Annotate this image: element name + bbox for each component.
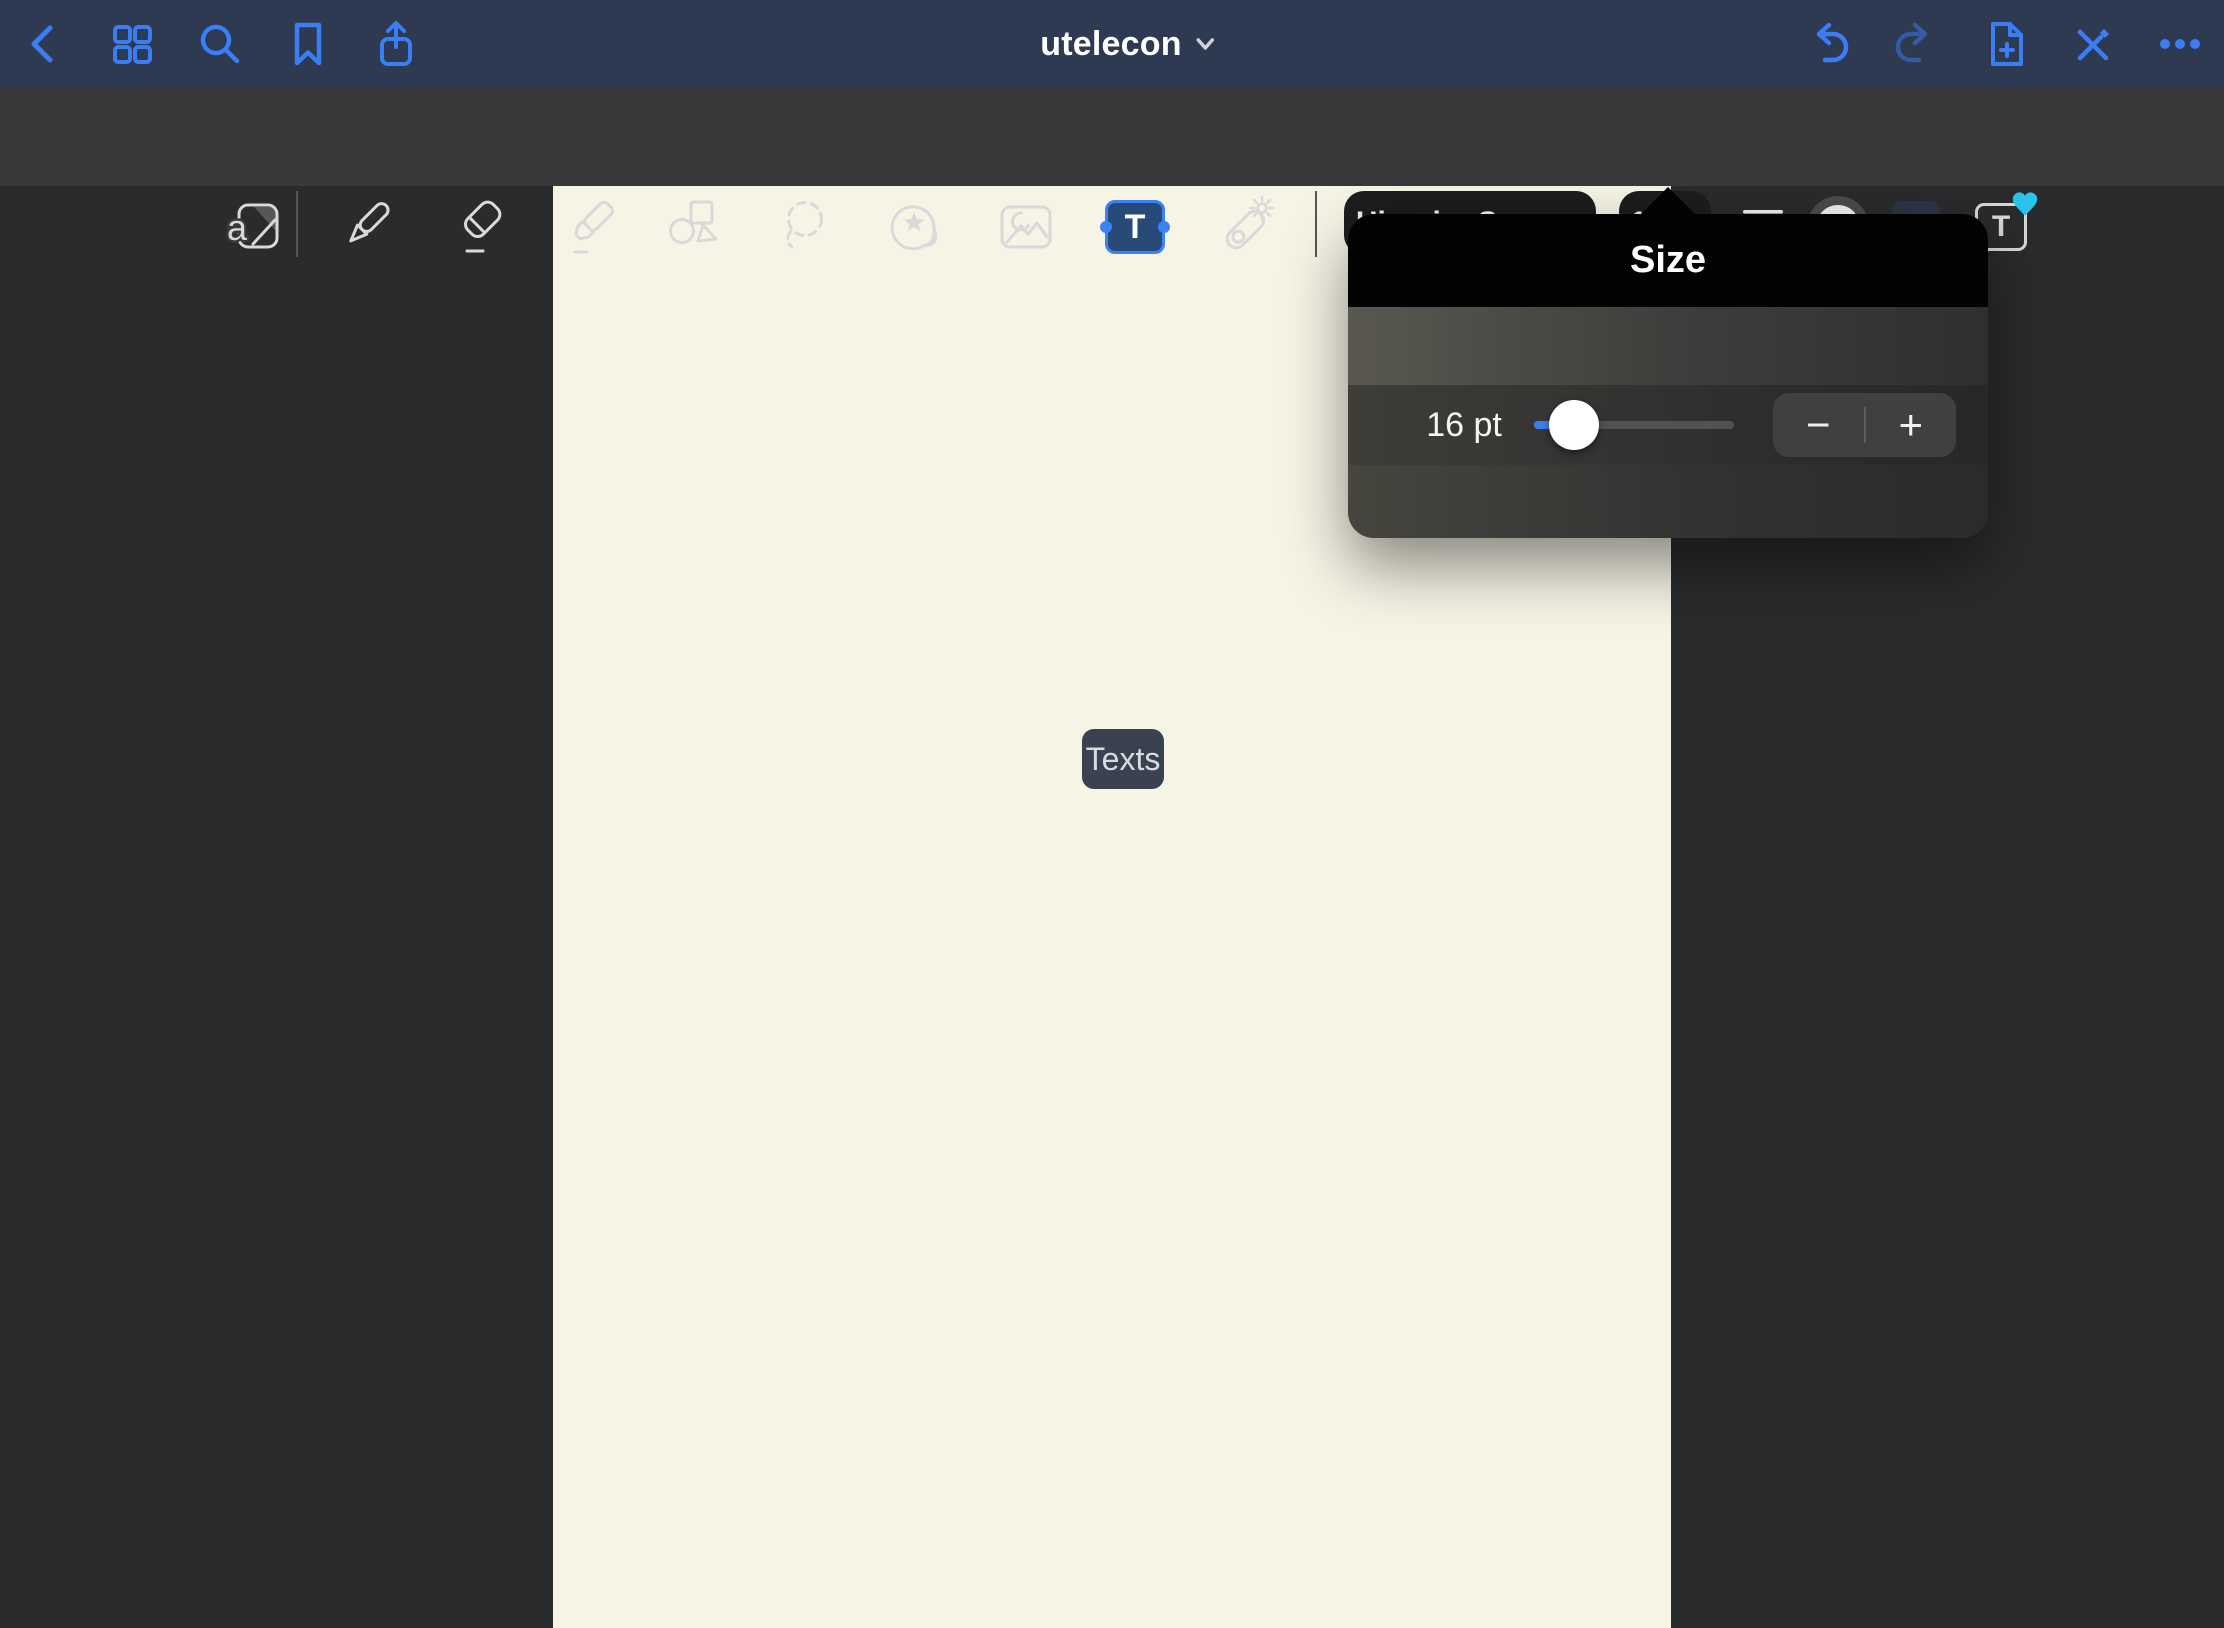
document-title: utelecon: [1040, 25, 1181, 64]
lasso-tool-button[interactable]: [774, 195, 838, 259]
sticker-star-icon: [883, 195, 947, 259]
image-icon: [994, 195, 1058, 259]
undo-button[interactable]: [1799, 16, 1855, 72]
popover-footer-band: [1348, 465, 1988, 538]
undo-icon: [1799, 16, 1855, 72]
page-thumbnails-button[interactable]: [104, 16, 160, 72]
lasso-icon: [774, 195, 838, 259]
top-navigation-bar: utelecon: [0, 0, 2224, 88]
search-button[interactable]: [192, 16, 248, 72]
page-grid-icon: [104, 16, 160, 72]
text-tool-button[interactable]: T: [1105, 200, 1165, 254]
shapes-tool-button[interactable]: [662, 195, 726, 259]
popover-title: Size: [1630, 239, 1706, 282]
back-button[interactable]: [16, 16, 72, 72]
laser-pointer-button[interactable]: [1214, 195, 1278, 259]
reading-mode-icon: a: [224, 195, 288, 259]
pencil-x-icon: [2064, 16, 2120, 72]
chevron-down-icon: [1196, 37, 1216, 51]
canvas-text-label: Texts: [1086, 741, 1161, 778]
reading-mode-button[interactable]: a: [224, 195, 288, 259]
text-selection-handle-right: [1158, 221, 1170, 233]
stickers-tool-button[interactable]: [883, 195, 947, 259]
text-tool-glyph: T: [1125, 210, 1146, 244]
popover-arrow: [1640, 187, 1696, 215]
size-value-label: 16 pt: [1404, 406, 1524, 445]
app-root: { "topbar": { "title": "utelecon", "left…: [0, 0, 2224, 1628]
eraser-tool-button[interactable]: [445, 195, 509, 259]
redo-icon: [1889, 16, 1945, 72]
canvas-text-object[interactable]: Texts: [1082, 729, 1164, 789]
increase-size-button[interactable]: +: [1866, 393, 1957, 457]
heart-icon: [2010, 190, 2040, 218]
more-options-button[interactable]: [2152, 16, 2208, 72]
popover-header: Size: [1348, 214, 1988, 307]
add-page-icon: [1977, 16, 2033, 72]
text-style-glyph: T: [1992, 212, 2010, 242]
text-selection-handle-left: [1100, 221, 1112, 233]
search-icon: [192, 16, 248, 72]
document-title-button[interactable]: utelecon: [1040, 0, 1215, 88]
back-chevron-icon: [16, 16, 72, 72]
more-ellipsis-icon: [2152, 16, 2208, 72]
pencil-close-button[interactable]: [2064, 16, 2120, 72]
decrease-size-button[interactable]: −: [1773, 393, 1864, 457]
eraser-icon: [445, 195, 509, 259]
size-popover: Size 16 pt − +: [1348, 214, 1988, 538]
size-slider-thumb[interactable]: [1549, 400, 1599, 450]
size-slider[interactable]: [1534, 421, 1734, 429]
laser-pointer-icon: [1214, 195, 1278, 259]
popover-blur-band: [1348, 307, 1988, 385]
add-page-button[interactable]: [1977, 16, 2033, 72]
pen-icon: [334, 195, 398, 259]
shapes-icon: [662, 195, 726, 259]
bookmark-button[interactable]: [280, 16, 336, 72]
bookmark-icon: [280, 16, 336, 72]
redo-button[interactable]: [1889, 16, 1945, 72]
share-icon: [368, 16, 424, 72]
tools-toolbar: a: [0, 88, 2224, 186]
pen-tool-button[interactable]: [334, 195, 398, 259]
image-tool-button[interactable]: [994, 195, 1058, 259]
svg-text:a: a: [227, 207, 248, 248]
highlighter-tool-button[interactable]: [557, 195, 621, 259]
share-button[interactable]: [368, 16, 424, 72]
highlighter-icon: [557, 195, 621, 259]
toolbar-divider: [1315, 191, 1317, 257]
size-stepper: − +: [1773, 393, 1956, 457]
toolbar-divider: [296, 191, 298, 257]
